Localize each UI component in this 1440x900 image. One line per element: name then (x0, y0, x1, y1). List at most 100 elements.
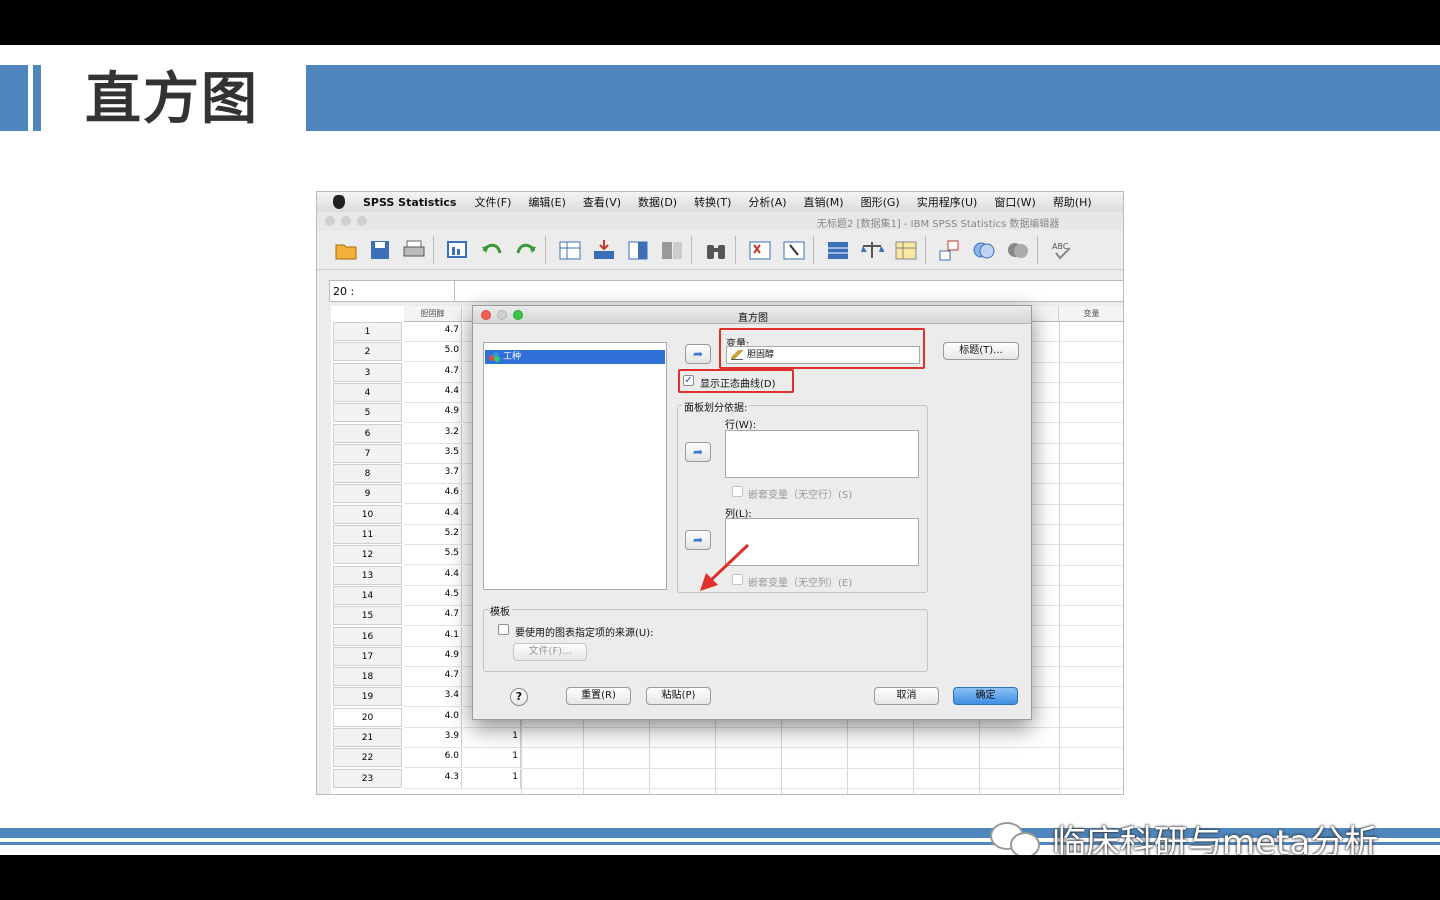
cell-cholesterol[interactable]: 4.9 (404, 403, 462, 424)
insert-cases-icon[interactable] (745, 235, 775, 265)
cell-cholesterol[interactable]: 3.7 (404, 464, 462, 485)
save-icon[interactable] (365, 235, 395, 265)
use-sets-icon[interactable] (969, 235, 999, 265)
redo-icon[interactable] (511, 235, 541, 265)
cell-cholesterol[interactable]: 3.5 (404, 443, 462, 464)
row-number[interactable]: 6 (333, 423, 402, 443)
row-number[interactable]: 1 (333, 322, 402, 341)
insert-variable-icon[interactable] (779, 235, 809, 265)
help-button[interactable]: ? (510, 688, 528, 706)
menu-data[interactable]: 数据(D) (638, 194, 677, 210)
row-number[interactable]: 14 (333, 585, 402, 605)
row-number[interactable]: 8 (333, 464, 402, 484)
split-icon[interactable] (657, 235, 687, 265)
nest-rows-checkbox[interactable] (732, 486, 743, 497)
cell-cholesterol[interactable]: 4.6 (404, 484, 462, 505)
row-number[interactable]: 4 (333, 382, 402, 402)
template-checkbox[interactable] (498, 624, 509, 635)
column-header-variable[interactable]: 变量 (1059, 306, 1123, 322)
rows-field[interactable] (725, 430, 919, 478)
row-number[interactable]: 5 (333, 403, 402, 423)
variables-icon[interactable] (623, 235, 653, 265)
cell-value[interactable]: 1 (463, 748, 521, 769)
menu-view[interactable]: 查看(V) (583, 194, 621, 210)
cell-value[interactable]: 1 (463, 768, 521, 789)
menu-transform[interactable]: 转换(T) (694, 194, 731, 210)
ok-button[interactable]: 确定 (953, 687, 1018, 705)
menu-graphs[interactable]: 图形(G) (861, 194, 900, 210)
cell-cholesterol[interactable]: 4.9 (404, 646, 462, 667)
cell-cholesterol[interactable]: 4.7 (404, 606, 462, 627)
cols-field[interactable] (725, 518, 919, 566)
paste-button[interactable]: 粘贴(P) (646, 687, 711, 705)
row-number[interactable]: 22 (333, 748, 402, 768)
cell-cholesterol[interactable]: 5.2 (404, 525, 462, 545)
cell-cholesterol[interactable]: 4.7 (404, 362, 462, 383)
cell-cholesterol[interactable]: 4.7 (404, 322, 462, 342)
menu-analyze[interactable]: 分析(A) (748, 194, 786, 210)
row-number[interactable]: 13 (333, 565, 402, 585)
split-file-icon[interactable] (823, 235, 853, 265)
row-number[interactable]: 20 (333, 707, 402, 727)
show-all-variables-icon[interactable] (1003, 235, 1033, 265)
row-number[interactable]: 21 (333, 728, 402, 747)
menu-marketing[interactable]: 直销(M) (804, 194, 844, 210)
find-binoculars-icon[interactable] (701, 235, 731, 265)
menu-help[interactable]: 帮助(H) (1053, 194, 1092, 210)
cell-cholesterol[interactable]: 5.5 (404, 545, 462, 566)
goto-variable-icon[interactable] (589, 235, 619, 265)
source-variable-list[interactable]: 工种 (483, 342, 667, 590)
spell-check-icon[interactable]: ABC (1047, 235, 1077, 265)
cell-cholesterol[interactable]: 3.9 (404, 728, 462, 748)
value-labels-icon[interactable] (935, 235, 965, 265)
cell-cholesterol[interactable]: 4.7 (404, 667, 462, 688)
row-number[interactable]: 16 (333, 626, 402, 646)
title-button[interactable]: 标题(T)... (943, 342, 1019, 360)
cell-cholesterol[interactable]: 5.0 (404, 342, 462, 363)
column-header-cholesterol[interactable]: 胆固醇 (404, 306, 462, 322)
row-number[interactable]: 2 (333, 342, 402, 362)
open-folder-icon[interactable] (331, 235, 361, 265)
close-window-icon[interactable] (325, 216, 335, 226)
row-number[interactable]: 18 (333, 667, 402, 687)
move-to-rows-button[interactable]: ➦ (685, 442, 711, 462)
source-item-job-type[interactable]: 工种 (485, 350, 665, 364)
minimize-window-icon[interactable] (341, 216, 351, 226)
row-number[interactable]: 7 (333, 443, 402, 463)
row-number[interactable]: 19 (333, 687, 402, 707)
menu-edit[interactable]: 编辑(E) (528, 194, 566, 210)
row-number[interactable]: 11 (333, 525, 402, 544)
row-number[interactable]: 17 (333, 646, 402, 666)
cell-cholesterol[interactable]: 4.5 (404, 585, 462, 606)
goto-case-icon[interactable] (555, 235, 585, 265)
cell-cholesterol[interactable]: 4.4 (404, 565, 462, 586)
cell-reference-bar[interactable]: 20 : (329, 280, 1123, 302)
row-number[interactable]: 15 (333, 606, 402, 626)
row-number[interactable]: 12 (333, 545, 402, 565)
move-to-variable-button[interactable]: ➦ (685, 344, 711, 364)
cell-cholesterol[interactable]: 4.3 (404, 768, 462, 789)
undo-icon[interactable] (477, 235, 507, 265)
menu-file[interactable]: 文件(F) (474, 194, 511, 210)
apple-icon[interactable] (333, 195, 345, 209)
row-number[interactable]: 9 (333, 484, 402, 504)
row-number[interactable]: 10 (333, 504, 402, 524)
menu-window[interactable]: 窗口(W) (994, 194, 1035, 210)
cell-cholesterol[interactable]: 6.0 (404, 748, 462, 769)
cell-cholesterol[interactable]: 3.2 (404, 423, 462, 444)
app-name[interactable]: SPSS Statistics (363, 196, 456, 209)
menu-utilities[interactable]: 实用程序(U) (917, 194, 978, 210)
row-number[interactable]: 23 (333, 768, 402, 788)
cell-cholesterol[interactable]: 4.0 (404, 707, 462, 728)
dialog-recall-icon[interactable] (443, 235, 473, 265)
reset-button[interactable]: 重置(R) (566, 687, 631, 705)
file-button[interactable]: 文件(F)... (513, 643, 587, 661)
cell-cholesterol[interactable]: 4.4 (404, 382, 462, 403)
cancel-button[interactable]: 取消 (874, 687, 939, 705)
select-cases-icon[interactable] (891, 235, 921, 265)
print-icon[interactable] (399, 235, 429, 265)
zoom-window-icon[interactable] (357, 216, 367, 226)
cell-cholesterol[interactable]: 3.4 (404, 687, 462, 708)
cell-cholesterol[interactable]: 4.1 (404, 626, 462, 647)
cell-cholesterol[interactable]: 4.4 (404, 504, 462, 525)
